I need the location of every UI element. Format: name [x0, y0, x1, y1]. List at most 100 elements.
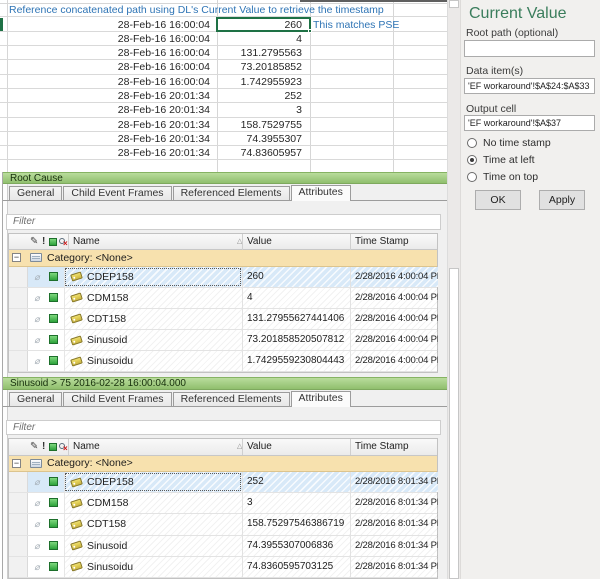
column-header-value[interactable]: Value: [242, 439, 350, 455]
attribute-row[interactable]: ⌀ CDT158 158.75297546386719 2/28/2016 8:…: [9, 514, 438, 536]
fill-handle[interactable]: [308, 29, 312, 34]
sheet-row[interactable]: 28-Feb-16 16:00:04 73.20185852: [0, 60, 447, 75]
cell-value[interactable]: 3: [217, 103, 306, 117]
attribute-row[interactable]: ⌀ CDM158 4 2/28/2016 4:00:04 PM: [9, 287, 438, 309]
row-selector[interactable]: [9, 308, 28, 330]
cell-timestamp[interactable]: 28-Feb-16 20:01:34: [7, 146, 213, 160]
attribute-value-cell[interactable]: 158.75297546386719: [242, 514, 350, 535]
attribute-value-cell[interactable]: 4: [242, 287, 350, 308]
radio-2[interactable]: Time on top: [467, 171, 538, 183]
sheet-row[interactable]: 28-Feb-16 16:00:04 131.2795563: [0, 46, 447, 61]
collapse-icon[interactable]: −: [12, 253, 21, 263]
column-header-name[interactable]: Name: [68, 439, 242, 455]
apply-button[interactable]: Apply: [539, 190, 585, 210]
row-selector[interactable]: [9, 351, 28, 372]
attribute-name-cell[interactable]: Sinusoid: [64, 535, 242, 556]
cell-value[interactable]: 158.7529755: [217, 118, 306, 132]
sheet-row[interactable]: 28-Feb-16 20:01:34 158.7529755: [0, 118, 447, 132]
selected-cell[interactable]: [216, 16, 312, 34]
attribute-time-cell[interactable]: 2/28/2016 8:01:34 PM: [350, 556, 438, 577]
row-selector[interactable]: [9, 556, 28, 577]
row-selector[interactable]: [9, 266, 28, 287]
column-header-value[interactable]: Value: [242, 233, 350, 250]
attribute-name-cell[interactable]: Sinusoidu: [64, 556, 242, 577]
attribute-name-cell[interactable]: CDEP158: [64, 472, 242, 493]
attribute-name-cell[interactable]: CDM158: [64, 493, 242, 514]
attribute-row[interactable]: ⌀ Sinusoid 74.3955307006836 2/28/2016 8:…: [9, 535, 438, 557]
attribute-value-cell[interactable]: 3: [242, 493, 350, 514]
cell-value[interactable]: 131.2795563: [217, 46, 306, 60]
row-selector[interactable]: [9, 287, 28, 308]
attribute-value-cell[interactable]: 74.8360595703125: [242, 556, 350, 577]
row-selector[interactable]: [9, 493, 28, 514]
sheet-row[interactable]: 28-Feb-16 20:01:34 3: [0, 103, 447, 118]
sheet-row[interactable]: 28-Feb-16 16:00:04 4: [0, 32, 447, 47]
attribute-value-cell[interactable]: 252: [242, 472, 350, 493]
cell-timestamp[interactable]: 28-Feb-16 16:00:04: [7, 32, 213, 46]
sheet-row[interactable]: 28-Feb-16 20:01:34 252: [0, 89, 447, 104]
attribute-value-cell[interactable]: 1.7429559230804443: [242, 351, 350, 372]
cell-value[interactable]: 252: [217, 89, 306, 103]
ok-button[interactable]: OK: [475, 190, 521, 210]
category-row[interactable]: − Category: <None>: [9, 455, 437, 472]
attribute-time-cell[interactable]: 2/28/2016 8:01:34 PM: [350, 535, 438, 556]
attribute-value-cell[interactable]: 73.201858520507812: [242, 330, 350, 351]
attribute-row[interactable]: ⌀ Sinusoidu 74.8360595703125 2/28/2016 8…: [9, 556, 438, 578]
attribute-row[interactable]: ⌀ CDM158 3 2/28/2016 8:01:34 PM: [9, 493, 438, 515]
row-selector[interactable]: [9, 330, 28, 351]
attribute-row[interactable]: ⌀ Sinusoidu 1.7429559230804443 2/28/2016…: [9, 351, 438, 373]
attribute-time-cell[interactable]: 2/28/2016 8:01:34 PM: [350, 472, 438, 493]
tab-referenced-elements[interactable]: Referenced Elements: [172, 186, 290, 200]
attribute-value-cell[interactable]: 260: [242, 266, 350, 287]
tab-referenced-elements[interactable]: Referenced Elements: [172, 391, 290, 406]
attribute-time-cell[interactable]: 2/28/2016 8:01:34 PM: [350, 514, 438, 535]
filter-input[interactable]: Filter: [6, 419, 441, 435]
tab-attributes[interactable]: Attributes: [290, 390, 351, 407]
attribute-time-cell[interactable]: 2/28/2016 4:00:04 PM: [350, 330, 438, 351]
cell-value[interactable]: 74.3955307: [217, 132, 306, 146]
attribute-name-cell[interactable]: CDT158: [64, 514, 242, 535]
tab-general[interactable]: General: [9, 391, 63, 406]
attribute-row[interactable]: ⌀ CDEP158 260 2/28/2016 4:00:04 PM: [9, 266, 438, 288]
tab-child-event-frames[interactable]: Child Event Frames: [63, 391, 172, 406]
attribute-row[interactable]: ⌀ CDEP158 252 2/28/2016 8:01:34 PM: [9, 472, 438, 494]
cell-timestamp[interactable]: 28-Feb-16 16:00:04: [7, 60, 213, 74]
cell-timestamp[interactable]: 28-Feb-16 20:01:34: [7, 118, 213, 132]
data-items-input[interactable]: [464, 78, 595, 94]
sheet-row[interactable]: 28-Feb-16 16:00:04 1.742955923: [0, 75, 447, 89]
attribute-name-cell[interactable]: CDEP158: [64, 266, 242, 287]
root-path-input[interactable]: [464, 40, 595, 57]
category-row[interactable]: − Category: <None>: [9, 250, 437, 267]
tab-child-event-frames[interactable]: Child Event Frames: [63, 186, 172, 200]
column-header-name[interactable]: Name: [68, 233, 242, 250]
attribute-row[interactable]: ⌀ Sinusoid 73.201858520507812 2/28/2016 …: [9, 330, 438, 352]
radio-1[interactable]: Time at left: [467, 154, 535, 166]
attribute-time-cell[interactable]: 2/28/2016 4:00:04 PM: [350, 308, 438, 330]
cell-timestamp[interactable]: 28-Feb-16 20:01:34: [7, 103, 213, 117]
attribute-time-cell[interactable]: 2/28/2016 4:00:04 PM: [350, 351, 438, 372]
cell-value[interactable]: 73.20185852: [217, 60, 306, 74]
tab-attributes[interactable]: Attributes: [290, 185, 351, 201]
cell-value[interactable]: 74.83605957: [217, 146, 306, 160]
attribute-name-cell[interactable]: CDM158: [64, 287, 242, 308]
attribute-name-cell[interactable]: CDT158: [64, 308, 242, 330]
column-header-time[interactable]: Time Stamp: [350, 233, 438, 250]
cell-value[interactable]: 4: [217, 32, 306, 46]
cell-timestamp[interactable]: 28-Feb-16 20:01:34: [7, 89, 213, 103]
row-selector[interactable]: [9, 472, 28, 493]
column-header-time[interactable]: Time Stamp: [350, 439, 438, 455]
cell-timestamp[interactable]: 28-Feb-16 16:00:04: [7, 46, 213, 60]
attribute-name-cell[interactable]: Sinusoidu: [64, 351, 242, 372]
cell-timestamp[interactable]: 28-Feb-16 20:01:34: [7, 132, 213, 146]
attribute-name-cell[interactable]: Sinusoid: [64, 330, 242, 351]
attribute-value-cell[interactable]: 131.27955627441406: [242, 308, 350, 330]
sheet-row[interactable]: 28-Feb-16 20:01:34 74.83605957: [0, 146, 447, 161]
filter-input[interactable]: Filter: [6, 214, 441, 230]
attribute-time-cell[interactable]: 2/28/2016 8:01:34 PM: [350, 493, 438, 514]
tab-general[interactable]: General: [9, 186, 63, 200]
sheet-row[interactable]: 28-Feb-16 20:01:34 74.3955307: [0, 132, 447, 147]
cell-timestamp[interactable]: 28-Feb-16 16:00:04: [7, 75, 213, 89]
sheet-note-row[interactable]: Reference concatenated path using DL's C…: [0, 3, 447, 18]
cell-timestamp[interactable]: 28-Feb-16 16:00:04: [7, 18, 213, 32]
attribute-time-cell[interactable]: 2/28/2016 4:00:04 PM: [350, 287, 438, 308]
